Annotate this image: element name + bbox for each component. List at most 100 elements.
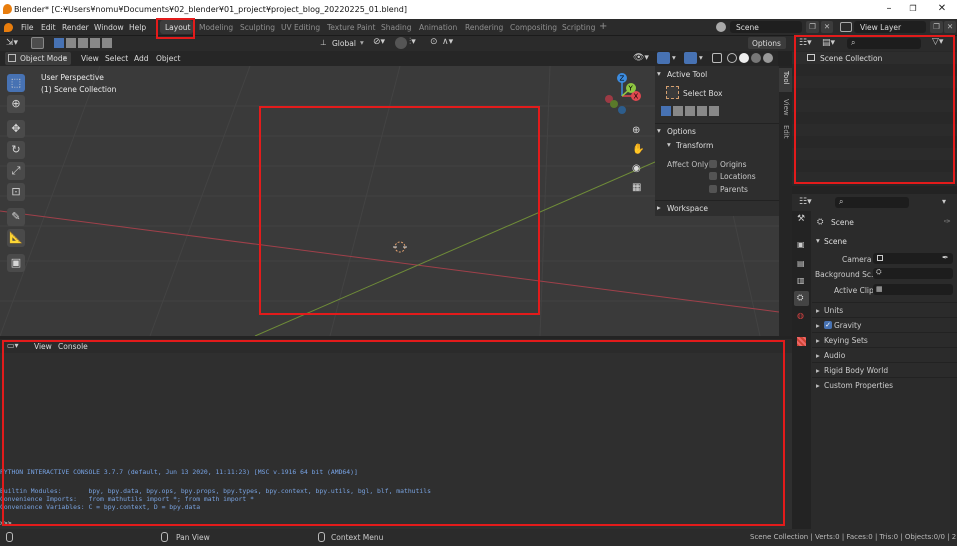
tab-modeling[interactable]: Modeling xyxy=(199,23,233,32)
select-mode-extend-icon[interactable] xyxy=(66,38,76,48)
zoom-icon[interactable]: ⊕ xyxy=(632,125,640,136)
annotate-tool-icon[interactable]: ✎ xyxy=(7,208,25,226)
mode-intersect-icon[interactable] xyxy=(709,106,719,116)
console-editor-type-icon[interactable]: ▭▾ xyxy=(7,341,19,350)
select-mode-intersect-icon[interactable] xyxy=(102,38,112,48)
parents-checkbox[interactable] xyxy=(709,185,717,193)
tab-animation[interactable]: Animation xyxy=(419,23,457,32)
new-scene-icon[interactable]: ❐ xyxy=(806,21,819,33)
console-menu-view[interactable]: View xyxy=(34,342,52,351)
view-layer-tab-icon[interactable]: ▥ xyxy=(797,276,805,285)
menu-edit[interactable]: Edit xyxy=(41,23,56,32)
maximize-button[interactable]: ❐ xyxy=(906,3,920,15)
visibility-icon[interactable]: 👁▾ xyxy=(633,53,649,63)
overlays-toggle-icon[interactable] xyxy=(684,52,697,64)
tool-tab-icon[interactable]: ⚒ xyxy=(797,214,805,224)
filter-icon[interactable]: ▽▾ xyxy=(932,37,943,47)
menu-view[interactable]: View xyxy=(81,54,99,63)
menu-window[interactable]: Window xyxy=(94,23,124,32)
transform-tool-icon[interactable]: ⊡ xyxy=(7,183,25,201)
scale-tool-icon[interactable]: ⤢ xyxy=(7,162,25,180)
scene-icon[interactable] xyxy=(716,22,726,32)
select-mode-new-icon[interactable] xyxy=(54,38,64,48)
tab-view[interactable]: View xyxy=(782,99,790,116)
add-cube-tool-icon[interactable]: ▣ xyxy=(7,254,25,272)
gravity-panel-header[interactable]: Gravity xyxy=(834,321,861,330)
menu-add[interactable]: Add xyxy=(134,54,149,63)
tab-shading[interactable]: Shading xyxy=(381,23,411,32)
view-layer-icon[interactable] xyxy=(840,22,852,32)
transform-orientation[interactable]: Global xyxy=(332,39,356,48)
eyedropper-icon[interactable]: ✒ xyxy=(942,253,949,262)
wireframe-shading-icon[interactable] xyxy=(727,53,737,63)
properties-editor-type-icon[interactable]: ☷▾ xyxy=(799,197,812,207)
mode-invert-icon[interactable] xyxy=(697,106,707,116)
console-menu-console[interactable]: Console xyxy=(58,342,88,351)
background-scene-field[interactable] xyxy=(873,268,953,279)
scene-tab-icon[interactable]: ⛭ xyxy=(797,293,803,303)
solid-shading-icon[interactable] xyxy=(739,53,749,63)
ortho-grid-icon[interactable]: ▦ xyxy=(632,182,641,193)
transform-orientation-icon[interactable]: ⊥ xyxy=(320,38,327,47)
active-clip-field[interactable] xyxy=(873,284,953,295)
rigid-body-world-panel-header[interactable]: Rigid Body World xyxy=(824,366,888,375)
outliner-search-input[interactable] xyxy=(847,38,921,49)
select-tool-icon[interactable]: ⬚ xyxy=(7,74,25,92)
rotate-tool-icon[interactable]: ↻ xyxy=(7,141,25,159)
gravity-checkbox[interactable]: ✓ xyxy=(824,321,832,329)
audio-panel-header[interactable]: Audio xyxy=(824,351,845,360)
move-tool-icon[interactable]: ✥ xyxy=(7,120,25,138)
select-box-tool-icon[interactable] xyxy=(31,37,44,49)
render-tab-icon[interactable]: ▣ xyxy=(797,240,805,249)
navigation-gizmo[interactable]: Z X Y xyxy=(600,72,648,114)
python-console[interactable]: PYTHON INTERACTIVE CONSOLE 3.7.7 (defaul… xyxy=(0,353,792,529)
menu-render[interactable]: Render xyxy=(62,23,89,32)
tab-rendering[interactable]: Rendering xyxy=(465,23,503,32)
camera-field[interactable] xyxy=(873,253,953,264)
menu-select[interactable]: Select xyxy=(105,54,128,63)
output-tab-icon[interactable]: ▤ xyxy=(797,259,805,268)
camera-view-icon[interactable]: ◉ xyxy=(632,163,641,174)
units-panel-header[interactable]: Units xyxy=(824,306,843,315)
outliner-editor-type-icon[interactable]: ☷▾ xyxy=(799,38,812,48)
mode-subtract-icon[interactable] xyxy=(685,106,695,116)
blender-menu-icon[interactable] xyxy=(4,23,13,32)
world-tab-icon[interactable]: ◍ xyxy=(797,311,804,320)
properties-search-input[interactable] xyxy=(835,197,909,208)
texture-tab-icon[interactable] xyxy=(797,337,806,346)
cursor-tool-icon[interactable]: ⊕ xyxy=(7,95,25,113)
scene-panel-header[interactable]: Scene xyxy=(824,237,847,246)
proportional-falloff-icon[interactable]: ∧▾ xyxy=(442,37,453,47)
tab-compositing[interactable]: Compositing xyxy=(510,23,557,32)
new-view-layer-icon[interactable]: ❐ xyxy=(930,21,943,33)
menu-file[interactable]: File xyxy=(21,23,34,32)
menu-help[interactable]: Help xyxy=(129,23,146,32)
delete-scene-icon[interactable]: ✕ xyxy=(821,21,833,33)
xray-toggle-icon[interactable] xyxy=(712,53,722,63)
menu-object[interactable]: Object xyxy=(156,54,180,63)
keying-sets-panel-header[interactable]: Keying Sets xyxy=(824,336,868,345)
active-tool-header[interactable]: Active Tool xyxy=(667,70,707,79)
gizmo-toggle-icon[interactable] xyxy=(657,52,670,64)
minimize-button[interactable]: – xyxy=(882,3,896,15)
pin-icon[interactable]: ✑ xyxy=(944,217,951,226)
display-mode-icon[interactable]: ▤▾ xyxy=(822,38,835,48)
pan-hand-icon[interactable]: ✋ xyxy=(632,144,644,155)
custom-properties-panel-header[interactable]: Custom Properties xyxy=(824,381,893,390)
proportional-edit-icon[interactable]: ⊙ xyxy=(430,37,438,47)
origins-checkbox[interactable] xyxy=(709,160,717,168)
workspace-header[interactable]: Workspace xyxy=(667,204,708,213)
pivot-point-icon[interactable]: ⊘▾ xyxy=(373,37,385,47)
select-mode-subtract-icon[interactable] xyxy=(78,38,88,48)
locations-checkbox[interactable] xyxy=(709,172,717,180)
material-shading-icon[interactable] xyxy=(751,53,761,63)
tab-edit[interactable]: Edit xyxy=(782,125,790,139)
mode-new-icon[interactable] xyxy=(661,106,671,116)
snap-icon[interactable] xyxy=(395,37,407,49)
tab-scripting[interactable]: Scripting xyxy=(562,23,595,32)
rendered-shading-icon[interactable] xyxy=(763,53,773,63)
mode-extend-icon[interactable] xyxy=(673,106,683,116)
tab-uv-editing[interactable]: UV Editing xyxy=(281,23,320,32)
measure-tool-icon[interactable]: 📐 xyxy=(7,229,25,247)
tab-layout[interactable]: Layout xyxy=(165,23,191,32)
